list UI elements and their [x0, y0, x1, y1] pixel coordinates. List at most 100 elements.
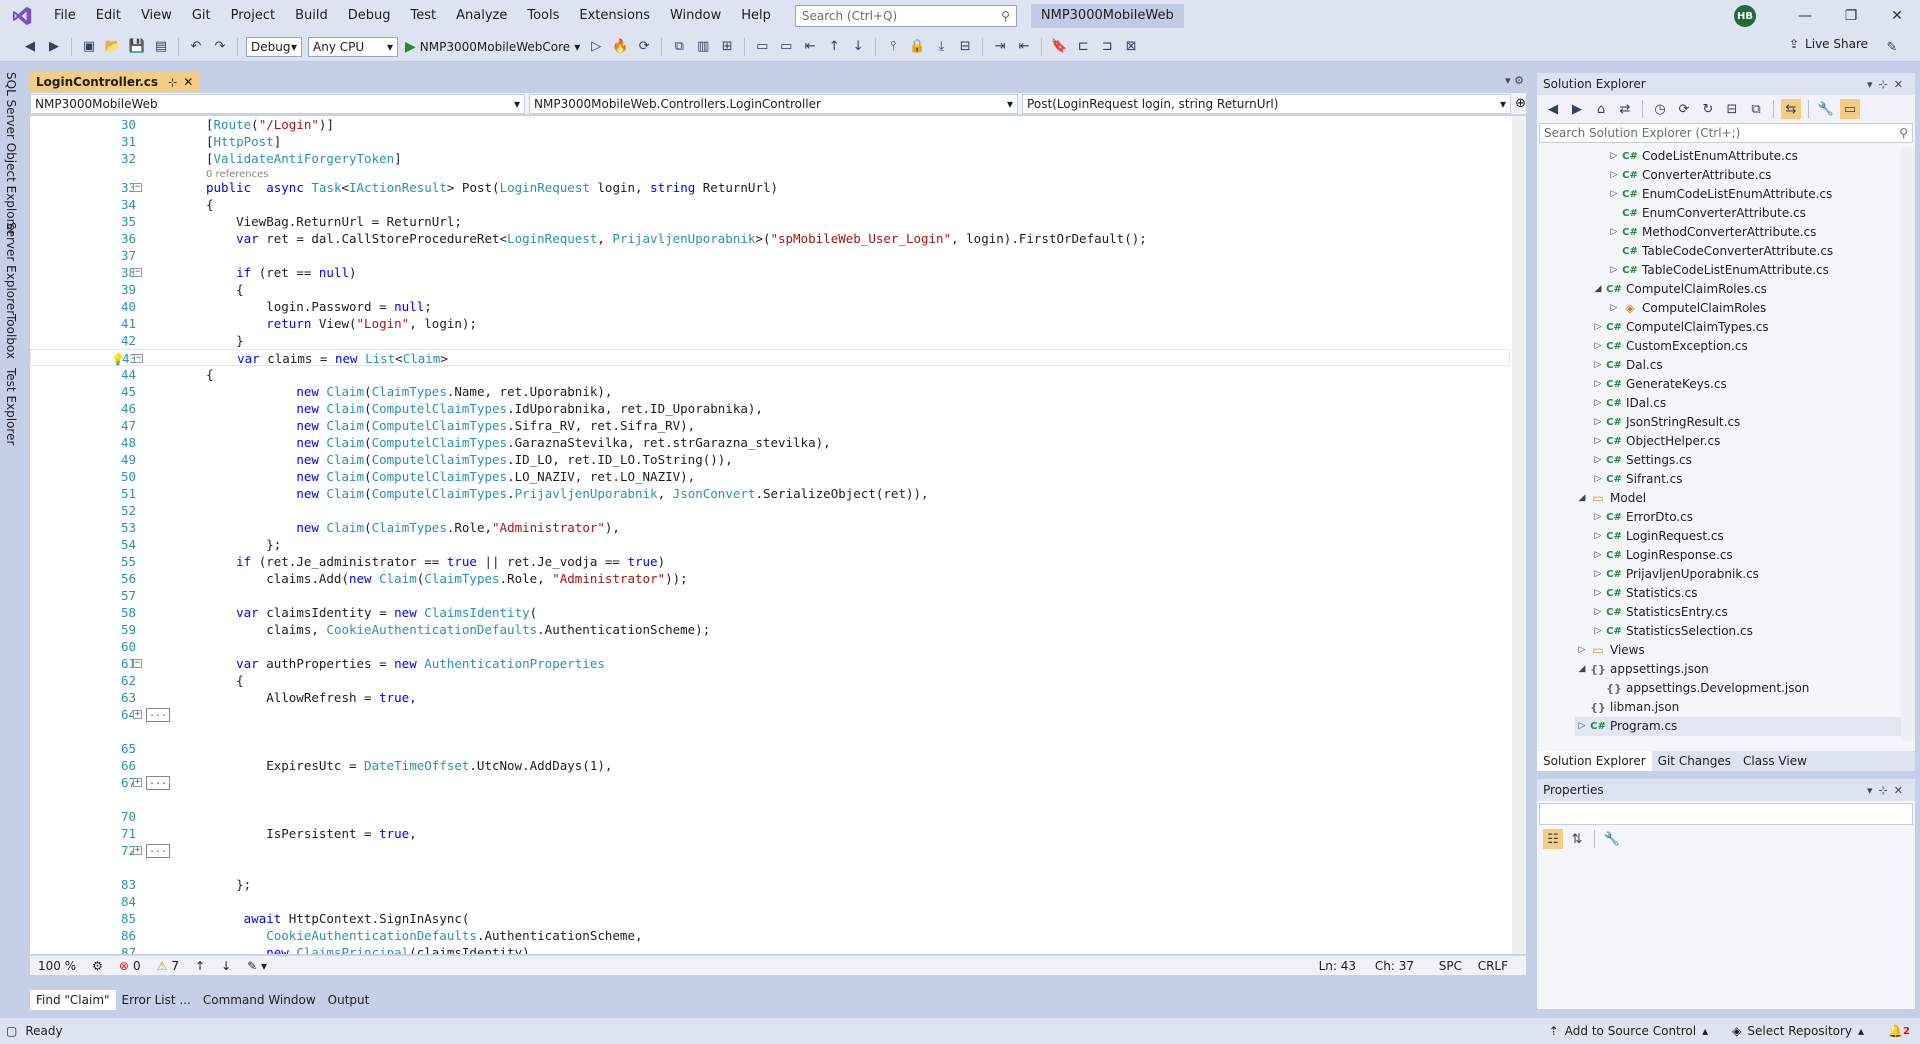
code-cleanup-icon[interactable]: ⚙	[92, 959, 103, 973]
collapse-all-icon[interactable]: ⊟	[1722, 99, 1742, 119]
tree-item[interactable]: ▷ C# Dal.cs	[1591, 356, 1663, 375]
collapsed-arrow-icon[interactable]: ▷	[1591, 413, 1605, 432]
code-line[interactable]: 53 new Claim(ClaimTypes.Role,"Administra…	[30, 519, 1510, 536]
code-line[interactable]: 83 };	[30, 876, 1510, 893]
track-active-icon[interactable]: ⇆	[1781, 99, 1801, 119]
tab-logincontroller[interactable]: LoginController.cs ⊹ ✕	[30, 72, 200, 92]
tree-item[interactable]: ▷ C# GenerateKeys.cs	[1591, 375, 1727, 394]
tree-item[interactable]: ▷ C# PrijavljenUporabnik.cs	[1591, 565, 1759, 584]
diagnostics-icon[interactable]: ⊞	[717, 37, 737, 57]
code-actions-icon[interactable]: ✎ ▾	[247, 959, 267, 973]
expand-region-icon[interactable]: +	[133, 710, 142, 719]
switch-views-icon[interactable]: ⇄	[1615, 99, 1635, 119]
tree-item[interactable]: ◢ C# ComputelClaimRoles.cs	[1591, 280, 1767, 299]
line-ending[interactable]: CRLF	[1478, 959, 1508, 973]
platform-select[interactable]: Any CPU ▾	[308, 36, 398, 57]
tree-item[interactable]: C# EnumConverterAttribute.cs	[1607, 204, 1806, 223]
expanded-arrow-icon[interactable]: ◢	[1575, 489, 1589, 508]
code-line[interactable]: 49 new Claim(ComputelClaimTypes.ID_LO, r…	[30, 451, 1510, 468]
solution-tree-scrollbar[interactable]	[1901, 147, 1915, 741]
navigate-forward-icon[interactable]: ▶	[44, 37, 64, 57]
code-line[interactable]: 37	[30, 247, 1510, 264]
code-line[interactable]: 40 login.Password = null;	[30, 298, 1510, 315]
code-line[interactable]: 58 var claimsIdentity = new ClaimsIdenti…	[30, 604, 1510, 621]
code-line[interactable]: 59 claims, CookieAuthenticationDefaults.…	[30, 621, 1510, 638]
menu-help[interactable]: Help	[731, 0, 781, 32]
close-window-icon[interactable]: ✕	[1874, 0, 1920, 32]
back-icon[interactable]: ◀	[1543, 99, 1563, 119]
notifications-button[interactable]: 🔔 2	[1888, 1024, 1910, 1038]
tree-item[interactable]: ▷ ◈ ComputelClaimRoles	[1607, 299, 1767, 318]
menu-window[interactable]: Window	[660, 0, 731, 32]
collapsed-arrow-icon[interactable]: ▷	[1607, 223, 1621, 242]
tab-overflow-icon[interactable]: ▾ ⚙	[1505, 74, 1524, 87]
restore-icon[interactable]: ❐	[1828, 0, 1874, 32]
tab-output[interactable]: Output	[322, 990, 376, 1010]
code-line[interactable]: 47 new Claim(ComputelClaimTypes.Sifra_RV…	[30, 417, 1510, 434]
tree-item[interactable]: ▷ C# StatisticsSelection.cs	[1591, 622, 1753, 641]
code-line[interactable]: 63 AllowRefresh = true,	[30, 689, 1510, 706]
tree-item[interactable]: ▷ C# ConverterAttribute.cs	[1607, 166, 1772, 185]
tab-solution-explorer[interactable]: Solution Explorer	[1537, 751, 1652, 771]
tree-item[interactable]: ▷ C# CustomException.cs	[1591, 337, 1748, 356]
tab-git-changes[interactable]: Git Changes	[1652, 751, 1737, 771]
bookmark-prev-icon[interactable]: ⇤	[800, 37, 820, 57]
menu-extensions[interactable]: Extensions	[569, 0, 660, 32]
tree-item[interactable]: C# TableCodeConverterAttribute.cs	[1607, 242, 1833, 261]
collapsed-arrow-icon[interactable]: ▷	[1607, 147, 1621, 166]
menu-tools[interactable]: Tools	[517, 0, 569, 32]
step-down-icon[interactable]: ↓	[848, 37, 868, 57]
code-line[interactable]: 86 CookieAuthenticationDefaults.Authenti…	[30, 927, 1510, 944]
next-issue-icon[interactable]: ↓	[221, 959, 231, 973]
code-line[interactable]: 43− 💡 var claims = new List<Claim>	[30, 349, 1510, 366]
error-count[interactable]: ⊗ 0	[119, 959, 141, 973]
code-line[interactable]: 34 {	[30, 196, 1510, 213]
code-line[interactable]: 51 new Claim(ComputelClaimTypes.Prijavlj…	[30, 485, 1510, 502]
expanded-arrow-icon[interactable]: ◢	[1591, 280, 1605, 299]
menu-debug[interactable]: Debug	[338, 0, 401, 32]
collapsed-arrow-icon[interactable]: ▷	[1591, 356, 1605, 375]
attach-icon[interactable]: ⤓	[931, 37, 951, 57]
collapsed-arrow-icon[interactable]: ▷	[1591, 318, 1605, 337]
forward-icon[interactable]: ▶	[1567, 99, 1587, 119]
code-line[interactable]: 46 new Claim(ComputelClaimTypes.IdUporab…	[30, 400, 1510, 417]
feedback-icon[interactable]: ✎	[1882, 37, 1902, 57]
code-line[interactable]: 44 {	[30, 366, 1510, 383]
code-line[interactable]: 42 }	[30, 332, 1510, 349]
tree-item[interactable]: ▷ ▭ Views	[1575, 641, 1645, 660]
preview-icon[interactable]: ▭	[1840, 99, 1860, 119]
tree-item[interactable]: ▷ C# Program.cs	[1575, 717, 1901, 736]
select-repository-button[interactable]: ◈ Select Repository ▴	[1732, 1024, 1864, 1038]
pin-icon[interactable]: ⊹	[168, 76, 177, 89]
collapsed-region-marker[interactable]: ...	[146, 844, 170, 858]
collapsed-arrow-icon[interactable]: ▷	[1591, 432, 1605, 451]
code-line[interactable]: 72 +...	[30, 842, 1510, 859]
split-icon[interactable]: ⫯	[883, 37, 903, 57]
categorized-icon[interactable]: ☷	[1543, 829, 1563, 849]
collapsed-arrow-icon[interactable]: ▷	[1591, 508, 1605, 527]
window-layout-icon[interactable]: ⊟	[955, 37, 975, 57]
expand-region-icon[interactable]: +	[133, 778, 142, 787]
collapsed-arrow-icon[interactable]: ▷	[1607, 166, 1621, 185]
split-editor-icon[interactable]: ⊕	[1515, 96, 1526, 111]
menu-test[interactable]: Test	[401, 0, 447, 32]
code-line[interactable]: 71 IsPersistent = true,	[30, 825, 1510, 842]
collapsed-region-marker[interactable]: ...	[146, 776, 170, 790]
start-debugging-button[interactable]: ▶ NMP3000MobileWebCore ▾	[405, 39, 580, 55]
bookmark-next-icon[interactable]: ⊏	[1073, 37, 1093, 57]
tree-item[interactable]: ▷ C# JsonStringResult.cs	[1591, 413, 1741, 432]
cursor-column[interactable]: Ch: 37	[1375, 959, 1414, 973]
outdent-icon[interactable]: ⇤	[1014, 37, 1034, 57]
refresh-icon[interactable]: ↻	[1698, 99, 1718, 119]
comment-icon[interactable]: ▭	[752, 37, 772, 57]
collapsed-arrow-icon[interactable]: ▷	[1591, 470, 1605, 489]
editor-vertical-scrollbar[interactable]	[1512, 116, 1526, 954]
collapsed-arrow-icon[interactable]: ▷	[1575, 717, 1589, 736]
bookmark-clear-icon[interactable]: ⊐	[1097, 37, 1117, 57]
uncomment-icon[interactable]: ▭	[776, 37, 796, 57]
menu-project[interactable]: Project	[221, 0, 285, 32]
tab-find-results[interactable]: Find "Claim"	[30, 990, 116, 1010]
server-explorer-tab[interactable]: Server Explorer	[4, 222, 18, 315]
pending-changes-icon[interactable]: ◷	[1650, 99, 1670, 119]
code-line[interactable]: 31 [HttpPost]	[30, 133, 1510, 150]
